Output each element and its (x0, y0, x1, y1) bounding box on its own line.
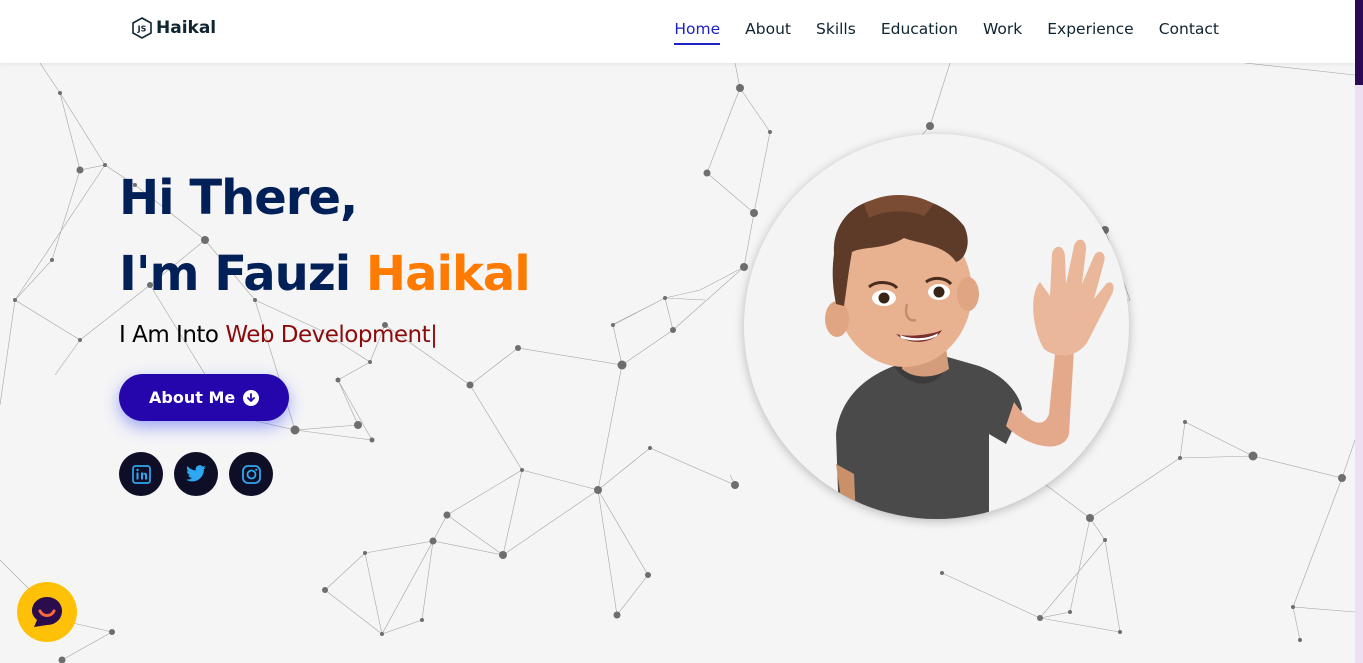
nav-item-education[interactable]: Education (881, 20, 958, 45)
linkedin-link[interactable] (119, 452, 163, 496)
hero-intro-prefix: I'm Fauzi (119, 246, 366, 302)
nav-item-skills[interactable]: Skills (816, 20, 856, 45)
nav-item-experience[interactable]: Experience (1047, 20, 1133, 45)
tagline-typed-text: Web Development| (225, 322, 438, 348)
hero-heading: Hi There, I'm Fauzi Haikal (119, 160, 531, 312)
instagram-link[interactable] (229, 452, 273, 496)
nav-item-about[interactable]: About (745, 20, 791, 45)
nodejs-hexagon-icon: JS (132, 17, 152, 39)
social-links (119, 452, 530, 496)
about-me-button-label: About Me (149, 388, 236, 407)
brand-name: Haikal (156, 18, 217, 38)
nav-item-home[interactable]: Home (674, 20, 721, 45)
chat-widget-button[interactable] (17, 582, 77, 642)
nav-menu: Home About Skills Education Work Experie… (674, 20, 1219, 45)
svg-text:JS: JS (137, 25, 147, 34)
scrollbar-thumb[interactable] (1355, 0, 1363, 85)
tagline-prefix: I Am Into (119, 322, 226, 348)
hero-intro-name: Haikal (365, 246, 531, 302)
hero-tagline: I Am Into Web Development| (119, 322, 530, 348)
hero-greeting: Hi There, (119, 170, 358, 226)
instagram-icon (241, 464, 261, 484)
profile-avatar (744, 134, 1129, 519)
brand-link[interactable]: JS Haikal (132, 17, 216, 39)
navbar: JS Haikal Home About Skills Education Wo… (0, 0, 1355, 63)
page-scrollbar[interactable] (1355, 0, 1363, 663)
linkedin-icon (131, 464, 151, 484)
twitter-link[interactable] (174, 452, 218, 496)
twitter-icon (186, 465, 206, 482)
chat-widget-icon (32, 597, 62, 627)
hero-section: Hi There, I'm Fauzi Haikal I Am Into Web… (119, 160, 531, 496)
about-me-button[interactable]: About Me (119, 374, 290, 421)
arrow-circle-down-icon (243, 389, 260, 406)
nav-item-contact[interactable]: Contact (1159, 20, 1219, 45)
nav-item-work[interactable]: Work (983, 20, 1022, 45)
memoji-waving-avatar (825, 195, 1114, 519)
